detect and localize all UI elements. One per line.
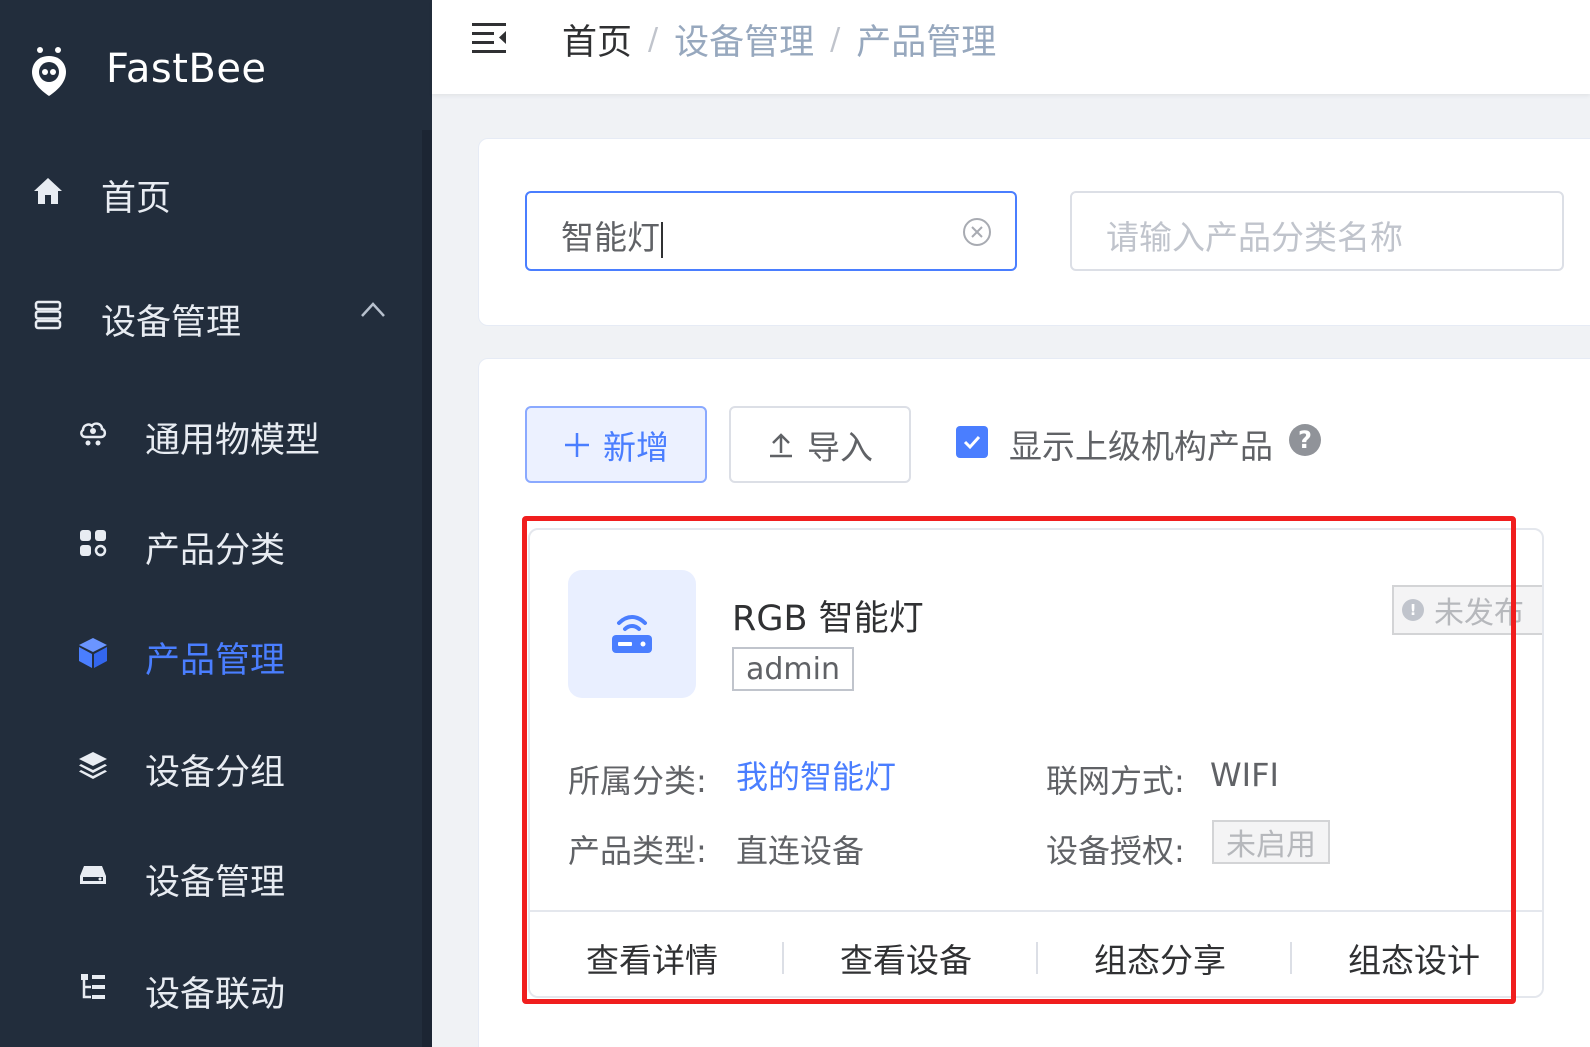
breadcrumb-device-management: 设备管理: [674, 23, 815, 63]
sidebar-item-devices[interactable]: 设备管理: [0, 832, 420, 922]
app-name: FastBee: [106, 46, 267, 92]
type-value: 直连设备: [736, 832, 865, 870]
sidebar-item-label: 产品分类: [145, 531, 286, 571]
breadcrumb-home[interactable]: 首页: [562, 14, 632, 65]
sidebar-item-product-management[interactable]: 产品管理: [0, 610, 420, 700]
category-label: 所属分类:: [568, 762, 707, 800]
tree-icon: [76, 970, 110, 1004]
category-name-placeholder: 请输入产品分类名称: [1106, 218, 1403, 257]
add-button-label: 新增: [603, 427, 669, 467]
import-button[interactable]: 导入: [729, 406, 911, 483]
sidebar-item-label: 首页: [101, 179, 172, 219]
show-parent-checkbox[interactable]: [956, 426, 988, 458]
clear-icon[interactable]: [961, 216, 993, 248]
product-name-value: 智能灯: [561, 211, 663, 259]
action-divider: [1036, 942, 1038, 974]
search-panel: 智能灯 请输入产品分类名称: [478, 138, 1590, 326]
layers-icon: [76, 748, 110, 782]
status-badge: ! 未发布: [1392, 585, 1542, 635]
cube-icon: [76, 636, 110, 670]
product-name-input[interactable]: 智能灯: [525, 191, 1017, 271]
share-config-button[interactable]: 组态分享: [1094, 934, 1226, 982]
help-icon[interactable]: ?: [1289, 424, 1321, 456]
server-icon: [31, 298, 65, 332]
sidebar-scrollbar[interactable]: [422, 130, 432, 1047]
view-devices-button[interactable]: 查看设备: [840, 934, 972, 982]
sidebar-item-label: 设备管理: [145, 863, 286, 903]
sidebar-item-device-linkage[interactable]: 设备联动: [0, 944, 420, 1034]
apps-icon: [76, 526, 110, 560]
top-navbar: 首页 / 设备管理 / 产品管理: [432, 0, 1590, 94]
sidebar: FastBee 首页 设备管理 通用物模型 产品分类 产品管理 设备分组 设备管…: [0, 0, 432, 1047]
view-details-button[interactable]: 查看详情: [586, 934, 718, 982]
auth-tag: 未启用: [1212, 820, 1330, 864]
action-divider: [782, 942, 784, 974]
sidebar-item-label: 通用物模型: [145, 421, 321, 461]
breadcrumb: 首页 / 设备管理 / 产品管理: [562, 14, 996, 65]
product-card: RGB 智能灯 admin ! 未发布 所属分类: 我的智能灯 联网方式: WI…: [528, 528, 1544, 998]
breadcrumb-separator: /: [830, 22, 841, 57]
sidebar-item-label: 设备分组: [145, 753, 286, 793]
router-icon: [612, 615, 652, 653]
type-label: 产品类型:: [568, 832, 707, 870]
product-image: [568, 570, 696, 698]
owner-tag: admin: [732, 647, 854, 691]
add-button[interactable]: 新增: [525, 406, 707, 483]
import-button-label: 导入: [807, 427, 873, 467]
design-config-button[interactable]: 组态设计: [1348, 934, 1480, 982]
bee-logo-icon: [32, 47, 66, 96]
plus-icon: [563, 431, 591, 459]
device-icon: [76, 858, 110, 892]
breadcrumb-separator: /: [648, 22, 659, 57]
check-icon: [963, 435, 981, 450]
category-link[interactable]: 我的智能灯: [736, 752, 896, 798]
home-icon: [31, 174, 65, 208]
sidebar-item-label: 设备联动: [145, 975, 286, 1015]
network-value: WIFI: [1210, 756, 1279, 794]
sidebar-item-label: 产品管理: [145, 641, 286, 681]
sidebar-item-label: 设备管理: [101, 303, 242, 343]
breadcrumb-product-management: 产品管理: [856, 23, 997, 63]
chevron-up-icon: [361, 302, 385, 317]
warning-icon: !: [1402, 599, 1424, 621]
upload-icon: [767, 431, 795, 459]
sidebar-item-home[interactable]: 首页: [0, 146, 420, 236]
show-parent-label[interactable]: 显示上级机构产品: [1009, 420, 1273, 468]
product-actions: 查看详情 查看设备 组态分享 组态设计: [530, 910, 1542, 996]
category-name-input[interactable]: 请输入产品分类名称: [1070, 191, 1564, 271]
network-label: 联网方式:: [1046, 762, 1185, 800]
sidebar-item-device-management[interactable]: 设备管理: [0, 270, 420, 360]
sidebar-item-device-group[interactable]: 设备分组: [0, 722, 420, 812]
cloud-icon: [76, 416, 110, 450]
product-name[interactable]: RGB 智能灯: [732, 590, 924, 641]
auth-label: 设备授权:: [1046, 832, 1185, 870]
action-divider: [1290, 942, 1292, 974]
app-logo[interactable]: FastBee: [0, 0, 432, 145]
sidebar-item-thing-model[interactable]: 通用物模型: [0, 388, 420, 478]
sidebar-item-product-category[interactable]: 产品分类: [0, 500, 420, 590]
status-text: 未发布: [1434, 596, 1524, 631]
menu-fold-icon[interactable]: [470, 20, 508, 54]
